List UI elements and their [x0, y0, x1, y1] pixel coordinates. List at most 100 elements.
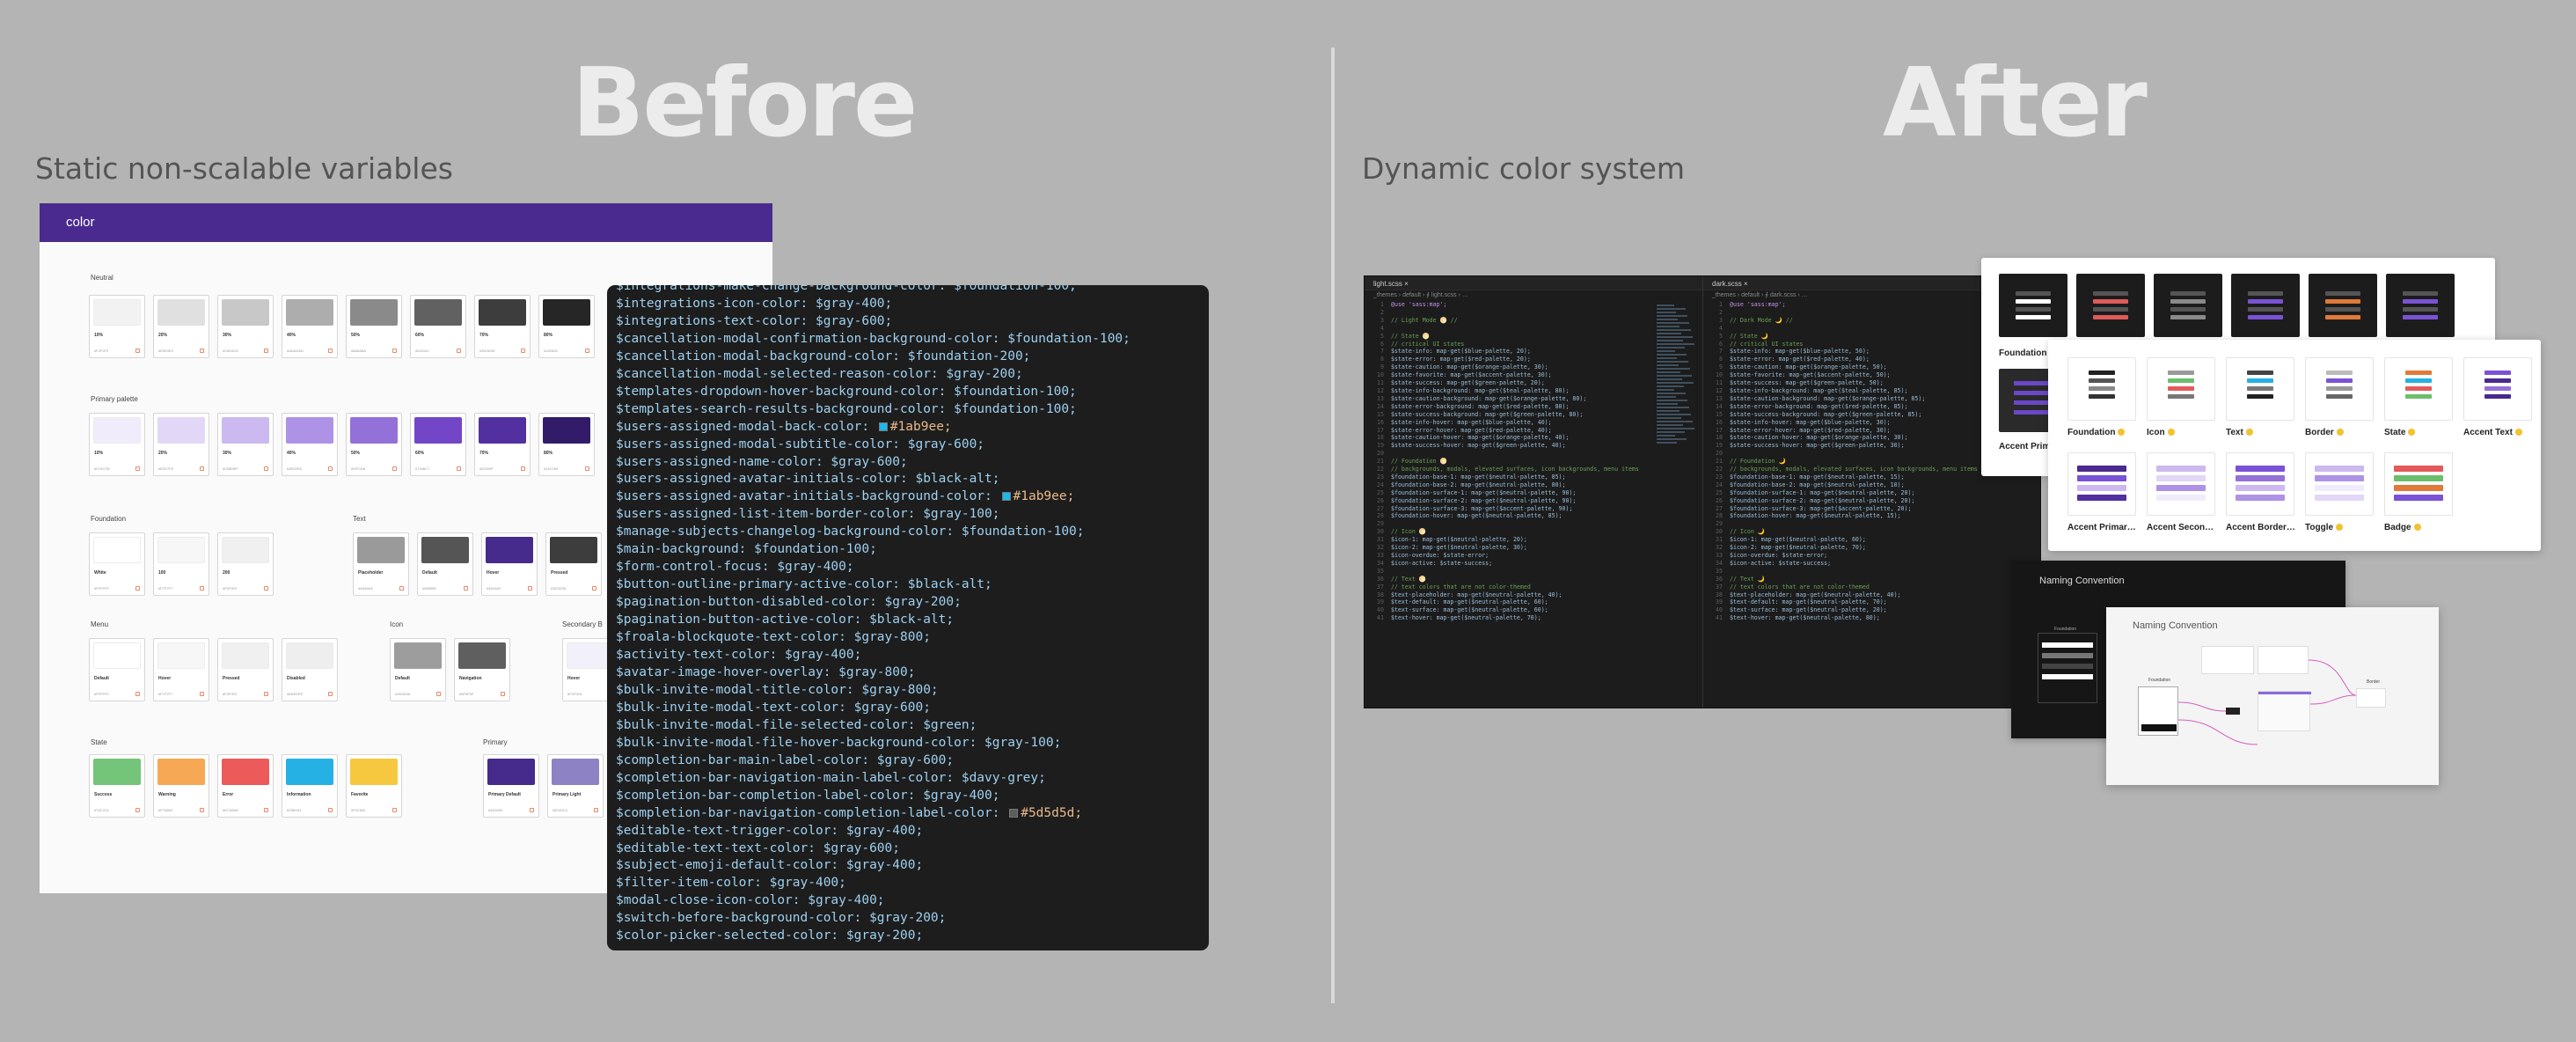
minimap-line	[1657, 312, 1676, 313]
color-swatch[interactable]: 60% #7346C7	[410, 413, 466, 476]
token-thumbnail-label: State	[2384, 428, 2416, 437]
color-swatch[interactable]: Favorite #F5C840	[346, 754, 402, 818]
editor-line: 14 $state-error-background: map-get($red-…	[1377, 402, 1570, 410]
color-swatch[interactable]: White #FFFFFF	[89, 532, 145, 596]
editor-line: 35	[1716, 567, 1723, 575]
color-swatch[interactable]: Default #9D9D9D	[390, 638, 446, 701]
color-swatch[interactable]: Default #FFFFFF	[89, 638, 145, 701]
tab-light-scss[interactable]: light.scss ×	[1365, 276, 1702, 290]
swatch-name: 30%	[223, 333, 232, 338]
swatch-name: 70%	[479, 451, 489, 456]
swatch-hex: #F0F0F0	[223, 692, 238, 696]
thumb-bar	[2403, 299, 2438, 304]
color-swatch[interactable]: Information #25B1E4	[282, 754, 338, 818]
theme-thumbnail-dark[interactable]	[2154, 274, 2222, 337]
color-swatch[interactable]: Hover #462A8C	[481, 532, 538, 596]
color-swatch[interactable]: 20% #E0E0E0	[153, 295, 209, 358]
swatch-name: 100	[158, 570, 166, 576]
color-swatch[interactable]: Hover #F7F7F7	[153, 638, 209, 701]
token-thumbnail[interactable]	[2147, 452, 2215, 516]
editor-line: 17 $state-error-hover: map-get($red-palet…	[1377, 426, 1552, 434]
thumb-bar	[2236, 466, 2285, 472]
editor-line: 25 $foundation-surface-1: map-get($neutra…	[1716, 488, 1915, 496]
thumb-bar	[2016, 315, 2051, 319]
thumb-bar	[2089, 371, 2115, 375]
token-thumbnail[interactable]	[2305, 357, 2374, 421]
token-thumbnail[interactable]	[2384, 452, 2453, 516]
color-swatch[interactable]: 50% #9371D8	[346, 413, 402, 476]
token-thumbnail[interactable]	[2384, 357, 2453, 421]
code-line: $editable-text-text-color: $gray-600;	[616, 840, 901, 855]
thumb-bar	[2156, 475, 2206, 481]
color-swatch[interactable]: 10% #F1ECFB	[89, 413, 145, 476]
swatch-hex: #8C82C4	[553, 808, 567, 812]
color-swatch[interactable]: 20% #E2D7F6	[153, 413, 209, 476]
color-swatch[interactable]: Pressed #F0F0F0	[217, 638, 274, 701]
section-divider	[1331, 48, 1335, 1003]
swatch-name: 30%	[223, 451, 232, 456]
token-thumbnail[interactable]	[2067, 452, 2136, 516]
color-swatch[interactable]: Navigation #5F5F5F	[454, 638, 510, 701]
thumb-bar	[2405, 394, 2432, 399]
color-swatch[interactable]: 40% #ADADAD	[282, 295, 338, 358]
token-thumbnail[interactable]	[2226, 357, 2294, 421]
thumb-bar	[2403, 307, 2438, 312]
code-line: $completion-bar-main-label-color: $gray-…	[616, 752, 955, 767]
color-swatch[interactable]: 30% #C8C8C8	[217, 295, 274, 358]
code-line: $integrations-make-change-background-col…	[616, 285, 1077, 293]
token-thumbnail[interactable]	[2067, 357, 2136, 421]
color-swatch[interactable]: 50% #8A8A8A	[346, 295, 402, 358]
swatch-color-block	[93, 417, 141, 444]
color-swatch[interactable]: 60% #616161	[410, 295, 466, 358]
editor-line: 34 $icon-active: $state-success;	[1716, 559, 1832, 567]
token-thumbnail[interactable]	[2226, 452, 2294, 516]
color-swatch[interactable]: Warning #F7A854	[153, 754, 209, 818]
color-swatch[interactable]: 70% #52309F	[474, 413, 531, 476]
swatch-link-icon	[501, 692, 505, 696]
minimap-light[interactable]	[1657, 305, 1695, 472]
color-swatch[interactable]: Error #EC5A5A	[217, 754, 274, 818]
thumb-bar	[2236, 485, 2285, 491]
theme-thumbnail-dark[interactable]	[2309, 274, 2377, 337]
theme-thumbnail-dark[interactable]	[1999, 274, 2067, 337]
color-swatch[interactable]: 80% #262626	[538, 295, 595, 358]
swatch-link-icon	[592, 586, 596, 591]
swatch-hex: #262626	[544, 349, 558, 353]
theme-thumbnail-dark[interactable]	[2386, 274, 2455, 337]
color-swatch[interactable]: Primary Light #8C82C4	[547, 754, 604, 818]
theme-thumbnail-dark[interactable]	[2231, 274, 2300, 337]
thumb-bar	[2315, 495, 2364, 501]
token-thumbnail[interactable]	[2463, 357, 2532, 421]
color-swatch[interactable]: 70% #3D3D3D	[474, 295, 531, 358]
swatch-link-icon	[200, 692, 204, 696]
swatch-hex: #F7F7F7	[158, 586, 173, 591]
color-swatch[interactable]: Placeholder #9A9A9A	[353, 532, 409, 596]
swatch-color-block	[222, 417, 269, 444]
swatch-name: Default	[422, 570, 437, 576]
color-swatch[interactable]: 40% #AE92E5	[282, 413, 338, 476]
color-swatch[interactable]: 30% #CBB9EF	[217, 413, 274, 476]
color-swatch[interactable]: Disabled #EEEEEE	[282, 638, 338, 701]
color-swatch[interactable]: Success #74C47A	[89, 754, 145, 818]
swatch-link-icon	[264, 692, 268, 696]
color-swatch[interactable]: Default #555555	[417, 532, 473, 596]
thumb-bar	[2325, 315, 2360, 319]
code-line: $bulk-invite-modal-file-selected-color: …	[616, 717, 977, 732]
color-swatch[interactable]: 200 #F0F0F0	[217, 532, 274, 596]
swatch-color-block	[286, 417, 333, 444]
token-thumbnail[interactable]	[2147, 357, 2215, 421]
color-swatch[interactable]: 100 #F7F7F7	[153, 532, 209, 596]
minimap-line	[1657, 417, 1681, 419]
thumb-bar	[2156, 485, 2206, 491]
theme-thumbnail-dark[interactable]	[2076, 274, 2145, 337]
color-swatch[interactable]: 80% #321C69	[538, 413, 595, 476]
color-swatch[interactable]: Primary Default #462A8C	[483, 754, 539, 818]
editor-line: 29	[1377, 520, 1384, 528]
swatch-name: Hover	[487, 570, 500, 576]
color-swatch[interactable]: 10% #F2F2F2	[89, 295, 145, 358]
color-swatch[interactable]: Pressed #3D3D3D	[545, 532, 602, 596]
swatch-hex: #F2F0FA	[567, 692, 582, 696]
swatch-color-block	[93, 642, 141, 669]
token-thumbnail[interactable]	[2305, 452, 2374, 516]
swatch-name: Primary Default	[488, 792, 521, 797]
